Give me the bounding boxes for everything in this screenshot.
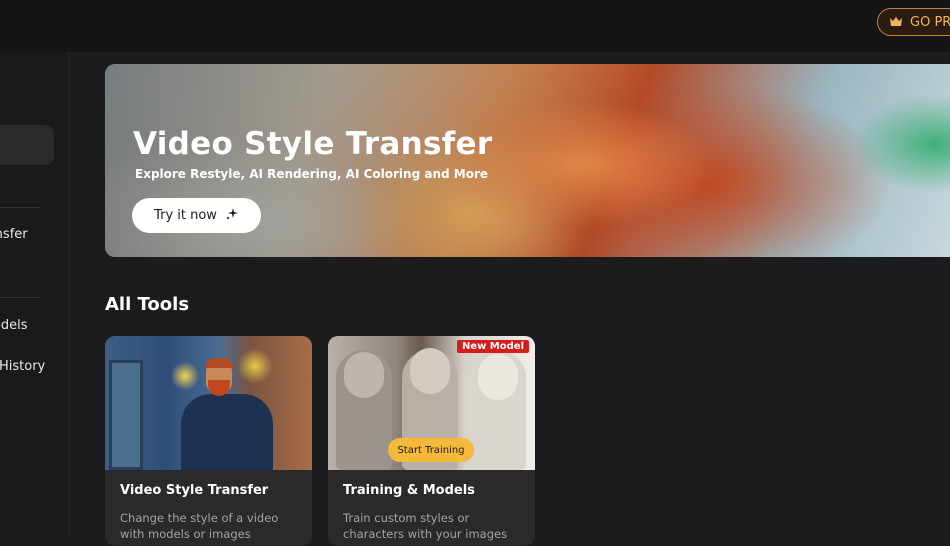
hero-title: Video Style Transfer [133,126,493,162]
try-it-now-label: Try it now [154,208,217,223]
go-pro-label: GO PRO [910,14,950,30]
try-it-now-button[interactable]: Try it now [132,198,261,233]
card-title: Training & Models [343,483,475,498]
figure-hair [205,358,233,368]
hero-banner[interactable]: Video Style Transfer Explore Restyle, AI… [105,64,950,257]
van-gogh-portrait-thumbnail [105,336,312,470]
sidebar: Video Style Transfer Training & Models H… [0,52,69,534]
card-description: Train custom styles or characters with y… [343,511,508,541]
figure-body [181,394,273,470]
card-description: Change the style of a video with models … [120,511,279,541]
statue-busts-thumbnail: New Model Start Training [328,336,535,470]
sidebar-search[interactable] [0,125,54,165]
tool-card-training-models[interactable]: New Model Start Training Training & Mode… [328,336,535,546]
sidebar-item-video-style-transfer[interactable]: Video Style Transfer [0,227,68,242]
sidebar-divider [0,207,40,208]
sidebar-item-label: Video Style Transfer [0,227,28,242]
sidebar-item-history[interactable]: History [0,359,68,374]
sidebar-item-label: Training & Models [0,318,28,333]
statue-head-center [410,348,450,394]
new-model-badge: New Model [456,340,529,353]
statue-head-left [344,352,384,398]
section-title: All Tools [105,294,190,315]
statue-head-right [478,354,518,400]
sparkle-icon [225,207,239,225]
sidebar-item-label: History [0,359,46,374]
sidebar-divider [0,297,40,298]
go-pro-button[interactable]: GO PRO [877,8,950,36]
start-training-button[interactable]: Start Training [388,438,474,462]
window-shape [109,360,143,470]
hero-subtitle: Explore Restyle, AI Rendering, AI Colori… [135,167,488,181]
sidebar-item-training-models[interactable]: Training & Models [0,318,68,333]
card-title: Video Style Transfer [120,483,269,498]
top-bar: GO PRO [0,0,950,52]
tool-card-video-style-transfer[interactable]: Video Style Transfer Change the style of… [105,336,312,546]
crown-icon [888,14,904,30]
